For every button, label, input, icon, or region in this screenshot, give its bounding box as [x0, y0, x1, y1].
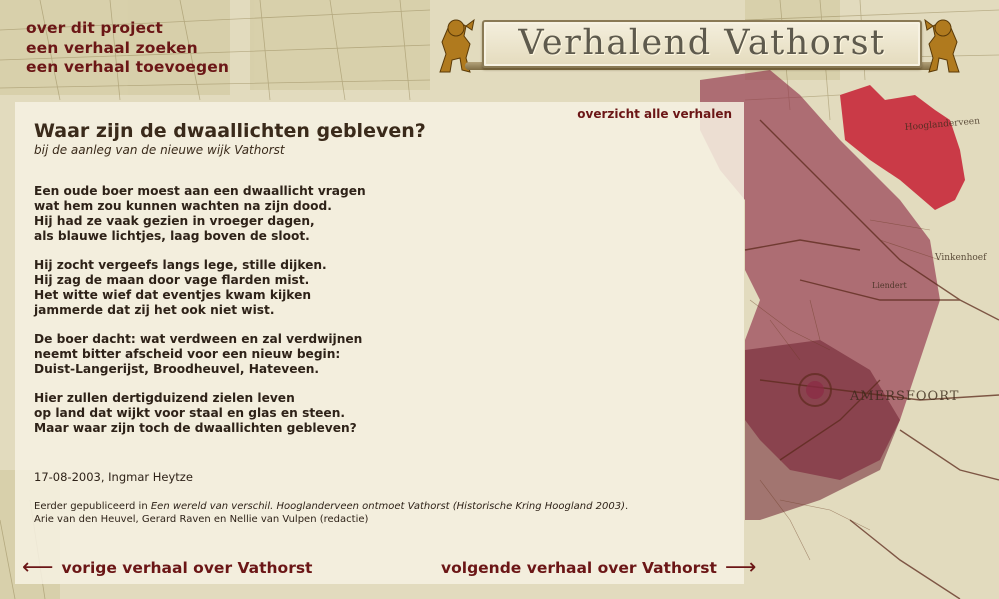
poem-line: neemt bitter afscheid voor een nieuw beg…: [34, 347, 341, 361]
poem: Een oude boer moest aan een dwaallicht v…: [34, 184, 366, 450]
arrow-right-icon: ⟶: [724, 555, 757, 580]
logo-title: Verhalend Vathorst: [518, 23, 886, 63]
site-logo[interactable]: Verhalend Vathorst: [432, 14, 967, 76]
map-label-liendert: Liendert: [872, 281, 907, 290]
poem-line: Een oude boer moest aan een dwaallicht v…: [34, 184, 366, 198]
poem-stanza: Een oude boer moest aan een dwaallicht v…: [34, 184, 366, 244]
previous-story-label: vorige verhaal over Vathorst: [61, 559, 313, 577]
poem-line: Het witte wief dat eventjes kwam kijken: [34, 288, 312, 302]
main-nav: over dit project een verhaal zoeken een …: [26, 19, 229, 78]
arrow-left-icon: ⟵: [22, 555, 54, 580]
lion-icon: [924, 18, 960, 73]
poem-line: als blauwe lichtjes, laag boven de sloot…: [34, 229, 310, 243]
poem-line: op land dat wijkt voor staal en glas en …: [34, 406, 345, 420]
poem-line: jammerde dat zij het ook niet wist.: [34, 303, 275, 317]
publication-editors: Arie van den Heuvel, Gerard Raven en Nel…: [34, 514, 369, 525]
story-date-author: 17-08-2003, Ingmar Heytze: [34, 470, 193, 484]
poem-stanza: De boer dacht: wat verdween en zal verdw…: [34, 332, 366, 377]
nav-search-story[interactable]: een verhaal zoeken: [26, 39, 229, 59]
story-title: Waar zijn de dwaallichten gebleven?: [34, 120, 426, 142]
story-panel: overzicht alle verhalen Waar zijn de dwa…: [15, 102, 744, 584]
next-story-link[interactable]: volgende verhaal over Vathorst ⟶: [441, 555, 757, 580]
poem-line: Hij had ze vaak gezien in vroeger dagen,: [34, 214, 315, 228]
map-label-vinkenhoef: Vinkenhoef: [934, 253, 987, 263]
map-label-amersfoort: AMERSFOORT: [849, 389, 959, 404]
poem-line: Hij zag de maan door vage flarden mist.: [34, 273, 310, 287]
poem-stanza: Hij zocht vergeefs langs lege, stille di…: [34, 258, 366, 318]
story-subtitle: bij de aanleg van de nieuwe wijk Vathors…: [34, 143, 285, 157]
poem-line: Maar waar zijn toch de dwaallichten gebl…: [34, 421, 357, 435]
publication-note: Eerder gepubliceerd in Een wereld van ve…: [34, 500, 724, 526]
previous-story-link[interactable]: ⟵ vorige verhaal over Vathorst: [22, 555, 313, 580]
nav-about-project[interactable]: over dit project: [26, 19, 229, 39]
nav-add-story[interactable]: een verhaal toevoegen: [26, 58, 229, 78]
overview-all-stories-link[interactable]: overzicht alle verhalen: [577, 107, 732, 121]
next-story-label: volgende verhaal over Vathorst: [441, 559, 717, 577]
poem-line: De boer dacht: wat verdween en zal verdw…: [34, 332, 363, 346]
poem-stanza: Hier zullen dertigduizend zielen leven o…: [34, 391, 366, 436]
poem-line: Hij zocht vergeefs langs lege, stille di…: [34, 258, 327, 272]
publication-title: Een wereld van verschil. Hooglanderveen …: [150, 501, 626, 512]
publication-suffix: .: [625, 501, 629, 512]
poem-line: Hier zullen dertigduizend zielen leven: [34, 391, 295, 405]
poem-line: wat hem zou kunnen wachten na zijn dood.: [34, 199, 332, 213]
poem-line: Duist-Langerijst, Broodheuvel, Hateveen.: [34, 362, 320, 376]
publication-prefix: Eerder gepubliceerd in: [34, 501, 151, 512]
